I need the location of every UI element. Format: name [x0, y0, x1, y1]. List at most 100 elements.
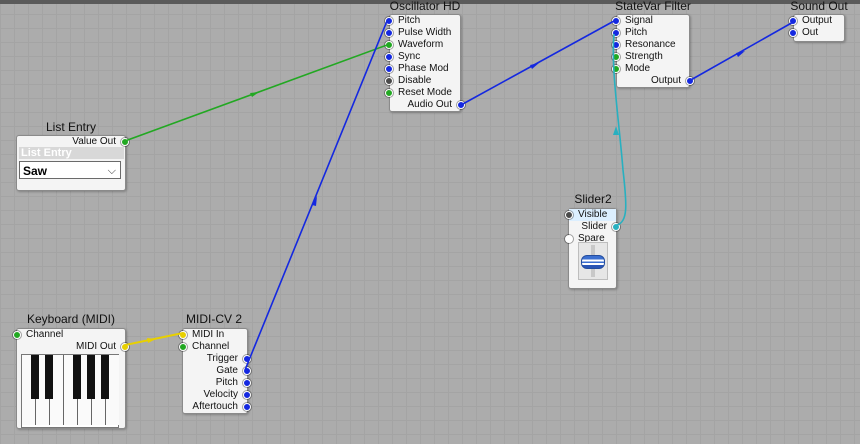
- module-body[interactable]: MIDI In Channel Trigger Gate Pitch Veloc…: [179, 328, 251, 414]
- black-key[interactable]: [87, 355, 95, 399]
- module-title: Sound Out: [790, 0, 848, 13]
- port-connector-icon: [385, 41, 393, 49]
- port-slider[interactable]: Slider: [581, 221, 620, 233]
- arrow-icon: [613, 126, 619, 135]
- module-title: List Entry: [45, 120, 96, 134]
- port-trigger[interactable]: Trigger: [206, 353, 251, 365]
- port-connector-icon: [243, 355, 251, 363]
- cable-audio-to-signal[interactable]: [460, 20, 615, 106]
- arrow-icon: [250, 92, 259, 97]
- black-key[interactable]: [31, 355, 39, 399]
- module-title: Oscillator HD: [389, 0, 461, 13]
- sound-out-module[interactable]: Sound Out Output Out: [789, 0, 848, 42]
- port-sync[interactable]: Sync: [385, 51, 420, 63]
- oscillator-hd-module[interactable]: Oscillator HD Pitch Pulse Width Waveform…: [385, 0, 465, 112]
- port-label: Pitch: [398, 15, 421, 26]
- module-body[interactable]: Visible Slider Spare: [565, 208, 620, 289]
- port-connector-icon: [686, 77, 694, 85]
- port-midi-out[interactable]: MIDI Out: [75, 341, 129, 353]
- port-connector-icon: [385, 89, 393, 97]
- statevar-filter-module[interactable]: StateVar Filter Signal Pitch Resonance S…: [612, 0, 694, 88]
- port-connector-icon: [385, 29, 393, 37]
- port-velocity[interactable]: Velocity: [204, 389, 251, 401]
- port-connector-icon: [612, 29, 620, 37]
- port-connector-icon: [179, 343, 187, 351]
- port-midi-in[interactable]: MIDI In: [179, 329, 225, 341]
- piano-keyboard[interactable]: [21, 354, 119, 428]
- slider2-module[interactable]: Slider2 Visible Slider Spare: [565, 192, 620, 290]
- port-connector-icon: [121, 343, 129, 351]
- keyboard-midi-module[interactable]: Keyboard (MIDI) Channel MIDI Out: [13, 312, 129, 430]
- port-label: Value Out: [72, 136, 116, 147]
- port-label: Output: [802, 15, 833, 26]
- cable-midi-out-to-midi-in[interactable]: [124, 332, 184, 346]
- module-title: Keyboard (MIDI): [26, 312, 116, 326]
- port-visible[interactable]: Visible: [565, 209, 616, 221]
- list-entry-header: List Entry: [19, 147, 124, 159]
- port-output[interactable]: Output: [651, 75, 694, 87]
- black-key[interactable]: [101, 355, 109, 399]
- list-entry-module[interactable]: List Entry Value Out List Entry Saw ⌵: [16, 120, 129, 192]
- port-mode[interactable]: Mode: [612, 63, 650, 75]
- port-waveform[interactable]: Waveform: [385, 39, 443, 51]
- black-key[interactable]: [73, 355, 81, 399]
- slider-handle[interactable]: [581, 255, 605, 269]
- port-resonance[interactable]: Resonance: [612, 39, 676, 51]
- port-connector-icon: [385, 77, 393, 85]
- arrow-icon: [147, 338, 156, 343]
- port-label: Disable: [398, 75, 432, 86]
- chevron-down-icon[interactable]: ⌵: [108, 162, 116, 180]
- waveform-select[interactable]: Saw ⌵: [19, 161, 121, 179]
- port-connector-icon: [243, 391, 251, 399]
- port-label: Channel: [192, 341, 230, 352]
- port-label: Pitch: [625, 27, 648, 38]
- port-pulse-width[interactable]: Pulse Width: [385, 27, 452, 39]
- port-label: Trigger: [206, 353, 238, 364]
- module-body[interactable]: Channel MIDI Out: [13, 328, 129, 429]
- port-label: MIDI Out: [75, 341, 116, 352]
- port-label: Visible: [578, 209, 608, 220]
- port-label: Audio Out: [407, 99, 452, 110]
- port-connector-icon: [565, 235, 573, 243]
- port-gate[interactable]: Gate: [216, 365, 251, 377]
- port-channel[interactable]: Channel: [179, 341, 230, 353]
- port-label: Phase Mod: [398, 63, 449, 74]
- arrow-icon: [736, 51, 745, 57]
- port-label: Pitch: [215, 377, 238, 388]
- port-connector-icon: [789, 17, 797, 25]
- port-connector-icon: [243, 403, 251, 411]
- port-pitch[interactable]: Pitch: [385, 15, 421, 27]
- port-pitch[interactable]: Pitch: [612, 27, 648, 39]
- port-out[interactable]: Out: [789, 27, 818, 39]
- port-disable[interactable]: Disable: [385, 75, 432, 87]
- cable-filter-to-sound-out[interactable]: [688, 20, 796, 82]
- port-connector-icon: [612, 223, 620, 231]
- port-phase-mod[interactable]: Phase Mod: [385, 63, 449, 75]
- module-title: MIDI-CV 2: [186, 312, 243, 326]
- port-label: MIDI In: [192, 329, 225, 340]
- port-audio-out[interactable]: Audio Out: [407, 99, 465, 111]
- port-connector-icon: [612, 65, 620, 73]
- port-output[interactable]: Output: [789, 15, 833, 27]
- port-label: Strength: [625, 51, 663, 62]
- module-title: Slider2: [574, 192, 612, 206]
- port-reset-mode[interactable]: Reset Mode: [385, 87, 452, 99]
- port-label: Signal: [625, 15, 653, 26]
- slider-control[interactable]: [578, 242, 608, 280]
- module-body[interactable]: Value Out List Entry Saw ⌵: [16, 135, 129, 191]
- port-label: Reset Mode: [398, 87, 452, 98]
- midi-cv-2-module[interactable]: MIDI-CV 2 MIDI In Channel Trigger Gate P…: [179, 312, 251, 414]
- port-pitch[interactable]: Pitch: [215, 377, 251, 389]
- port-connector-icon: [385, 53, 393, 61]
- arrow-icon: [530, 63, 539, 69]
- port-aftertouch[interactable]: Aftertouch: [192, 401, 251, 413]
- cable-list-to-waveform[interactable]: [124, 44, 388, 142]
- port-strength[interactable]: Strength: [612, 51, 663, 63]
- arrow-icon: [312, 196, 317, 206]
- port-connector-icon: [612, 53, 620, 61]
- port-channel[interactable]: Channel: [13, 329, 63, 341]
- port-label: Resonance: [625, 39, 676, 50]
- port-label: Pulse Width: [398, 27, 452, 38]
- black-key[interactable]: [45, 355, 53, 399]
- port-signal[interactable]: Signal: [612, 15, 653, 27]
